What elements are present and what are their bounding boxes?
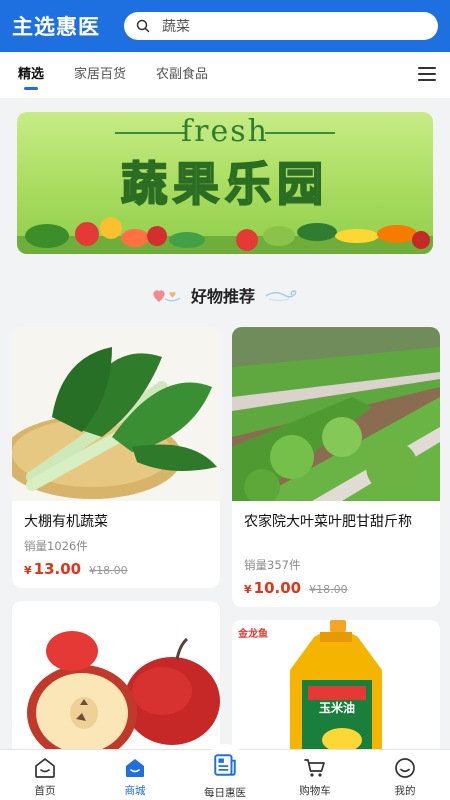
- nav-profile[interactable]: 我的: [360, 750, 450, 800]
- brand-logo-text: 金龙鱼: [237, 627, 268, 640]
- nav-label: 商城: [124, 785, 146, 797]
- news-icon: [214, 753, 236, 776]
- menu-icon[interactable]: [418, 67, 436, 81]
- home-icon: [35, 758, 55, 778]
- section-title: 好物推荐: [190, 287, 255, 306]
- heart-decoration-icon: [153, 290, 181, 302]
- profile-icon: [395, 758, 415, 778]
- cart-icon: [304, 759, 325, 777]
- banner-title: 蔬果乐园: [120, 156, 329, 212]
- search-input-text[interactable]: 蔬菜: [162, 16, 190, 36]
- product-price: 13.00: [33, 560, 82, 578]
- product-name: 农家院大叶菜叶肥甘甜斤称: [244, 514, 412, 530]
- product-image: [232, 327, 440, 501]
- section-header: 好物推荐: [0, 282, 450, 308]
- bottle-label-text: 玉米油: [319, 700, 355, 715]
- product-price: 10.00: [253, 579, 302, 597]
- currency-symbol: ¥: [24, 564, 32, 577]
- nav-shop[interactable]: 商城: [90, 750, 180, 800]
- vegetables-illustration: [17, 217, 433, 254]
- product-sales: 销量1026件: [24, 539, 88, 553]
- nav-label: 购物车: [299, 785, 331, 797]
- nav-home[interactable]: 首页: [0, 750, 90, 800]
- nav-label: 我的: [394, 785, 416, 797]
- promo-banner[interactable]: fresh 蔬果乐园: [17, 112, 433, 254]
- product-card[interactable]: 农家院大叶菜叶肥甘甜斤称 销量357件 ¥10.00 ¥18.00: [232, 327, 440, 607]
- nav-label: 首页: [34, 785, 56, 797]
- banner-subtitle: fresh: [181, 114, 269, 149]
- product-card[interactable]: [12, 601, 220, 761]
- app-logo[interactable]: 主选惠医: [12, 11, 112, 41]
- product-card[interactable]: 大棚有机蔬菜 销量1026件 ¥13.00 ¥18.00: [12, 327, 220, 588]
- swirl-decoration-icon: [265, 290, 297, 301]
- currency-symbol: ¥: [244, 583, 252, 596]
- product-image: [12, 327, 220, 501]
- tab-featured[interactable]: 精选: [18, 52, 44, 98]
- product-name: 大棚有机蔬菜: [24, 514, 108, 530]
- tab-household[interactable]: 家居百货: [74, 52, 126, 98]
- product-price-row: ¥13.00 ¥18.00: [24, 560, 128, 578]
- nav-daily[interactable]: 每日惠医: [180, 738, 270, 800]
- nav-cart[interactable]: 购物车: [270, 750, 360, 800]
- product-price-row: ¥10.00 ¥18.00: [244, 579, 348, 597]
- shop-icon: [126, 759, 144, 777]
- product-old-price: ¥18.00: [309, 583, 348, 596]
- search-bar[interactable]: 蔬菜: [124, 12, 438, 40]
- product-sales: 销量357件: [244, 558, 301, 572]
- app-header: 主选惠医 蔬菜: [0, 0, 450, 52]
- product-image: [12, 601, 220, 761]
- search-icon: [136, 19, 150, 33]
- category-tabs: 精选 家居百货 农副食品: [0, 52, 450, 98]
- nav-label: 每日惠医: [204, 787, 246, 799]
- bottom-navigation: 首页 商城 每日惠医 购物车 我的: [0, 744, 450, 800]
- tab-farm-food[interactable]: 农副食品: [156, 52, 208, 98]
- product-old-price: ¥18.00: [89, 564, 128, 577]
